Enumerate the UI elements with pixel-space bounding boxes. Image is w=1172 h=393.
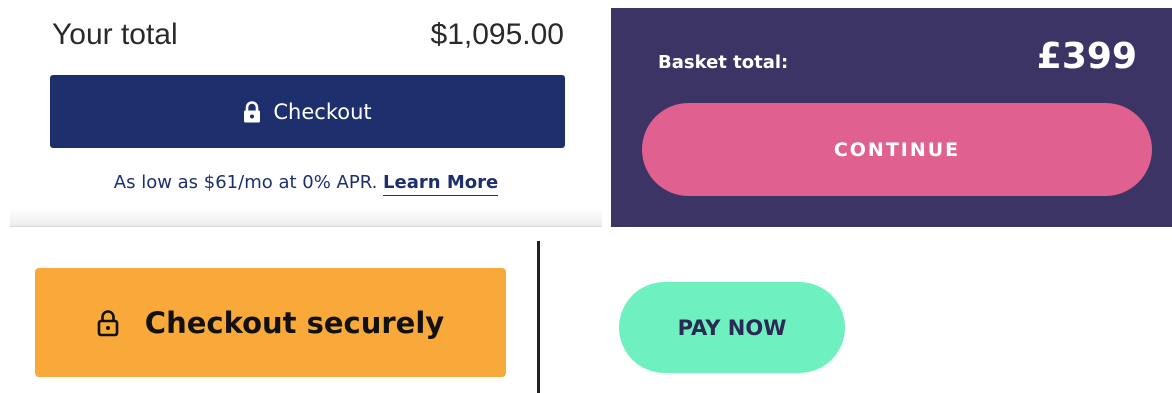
continue-button[interactable]: CONTINUE bbox=[642, 103, 1152, 196]
lock-icon bbox=[97, 309, 119, 337]
basket-total-panel: Basket total: £399 CONTINUE bbox=[611, 8, 1172, 227]
basket-total-label: Basket total: bbox=[658, 52, 789, 73]
checkout-button[interactable]: Checkout bbox=[50, 75, 565, 148]
total-label: Your total bbox=[52, 18, 178, 51]
lock-icon bbox=[243, 100, 261, 123]
checkout-securely-label: Checkout securely bbox=[144, 305, 445, 340]
panel-bottom-shadow bbox=[10, 208, 602, 226]
financing-note: As low as $61/mo at 0% APR. Learn More bbox=[10, 172, 602, 196]
apr-text: As low as $61/mo at 0% APR. bbox=[113, 172, 378, 193]
pay-now-button[interactable]: PAY NOW bbox=[619, 282, 845, 373]
checkout-examples-canvas: Your total $1,095.00 Checkout As low as … bbox=[0, 0, 1172, 393]
learn-more-link[interactable]: Learn More bbox=[383, 172, 499, 196]
cart-total-panel: Your total $1,095.00 Checkout As low as … bbox=[10, 0, 602, 227]
basket-total-amount: £399 bbox=[1036, 36, 1137, 77]
total-amount: $1,095.00 bbox=[430, 18, 564, 51]
checkout-button-label: Checkout bbox=[273, 99, 372, 124]
checkout-securely-button[interactable]: Checkout securely bbox=[35, 268, 506, 377]
vertical-divider bbox=[537, 241, 540, 393]
